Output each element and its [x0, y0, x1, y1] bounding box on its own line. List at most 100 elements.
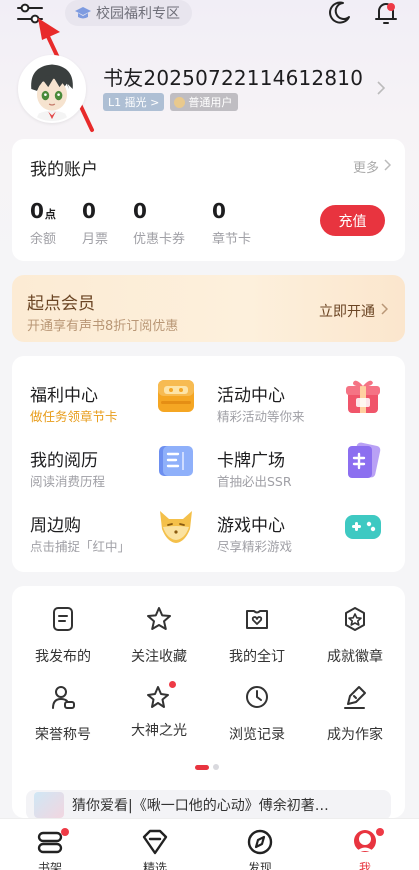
sparkle-star-icon	[147, 686, 169, 708]
service-title: 福利中心	[30, 386, 98, 406]
stat-value: 0	[30, 199, 44, 223]
services-card: 福利中心 做任务领章节卡 活动中心 精彩活动等你来 我的阅历 阅读消费历程 卡牌…	[12, 356, 405, 572]
diamond-icon-wrapper	[140, 827, 170, 857]
service-subtitle: 尽享精彩游戏	[217, 539, 293, 554]
service-welfare-center[interactable]: 福利中心 做任务领章节卡	[30, 380, 215, 441]
service-subtitle: 首抽必出SSR	[217, 474, 292, 489]
new-indicator-dot	[61, 828, 69, 836]
stat-value: 0	[82, 199, 96, 223]
document-icon	[53, 607, 73, 631]
service-activity-center[interactable]: 活动中心 精彩活动等你来	[217, 380, 402, 441]
notification-dot	[387, 3, 395, 11]
tools-card: 我发布的 关注收藏 我的全订 成就徽章 荣誉称号 大神之光 浏览记录 成为作家 …	[12, 586, 405, 820]
chevron-right-icon	[377, 81, 385, 95]
recharge-button[interactable]: 充值	[320, 205, 385, 236]
page-dot-active	[195, 764, 209, 770]
username: 书友20250722114612810	[103, 66, 364, 90]
vip-subtitle: 开通享有声书8折订阅优惠	[27, 319, 179, 334]
page-indicator	[195, 764, 219, 770]
service-subtitle: 阅读消费历程	[30, 474, 106, 489]
tool-label: 荣誉称号	[35, 727, 91, 743]
campus-label: 校园福利专区	[96, 6, 180, 22]
bell-icon[interactable]	[372, 0, 400, 27]
chevron-right-icon	[381, 303, 388, 315]
stat-monthly-ticket[interactable]: 0 月票	[82, 199, 108, 247]
compass-icon-wrapper	[245, 827, 275, 857]
tab-label: 发现	[247, 861, 272, 870]
tool-achievement-badges[interactable]: 成就徽章	[306, 606, 404, 666]
chevron-right-icon	[384, 159, 391, 171]
service-title: 卡牌广场	[217, 451, 285, 471]
stat-label: 余额	[30, 232, 57, 247]
graduation-cap-icon	[75, 7, 91, 19]
stat-chapter-cards[interactable]: 0 章节卡	[212, 199, 251, 247]
vip-membership-card[interactable]: 起点会员 开通享有声书8折订阅优惠 立即开通	[12, 275, 405, 342]
service-merch-shop[interactable]: 周边购 点击捕捉「红中」	[30, 511, 215, 571]
fox-icon	[160, 511, 192, 543]
new-indicator-dot	[169, 681, 176, 688]
recommendation-text: 猜你爱看|《啾一口他的心动》傅余初著…	[72, 798, 329, 814]
tab-label: 我	[358, 861, 371, 870]
stat-balance[interactable]: 0点 余额	[30, 199, 56, 247]
tab-featured[interactable]: 精选	[120, 827, 190, 870]
stat-value: 0	[212, 199, 226, 223]
tool-label: 成就徽章	[327, 649, 383, 665]
tool-full-subscriptions[interactable]: 我的全订	[208, 606, 306, 666]
book-thumbnail	[34, 792, 64, 818]
new-indicator-dot	[376, 828, 384, 836]
profile-header[interactable]: 书友20250722114612810 L1 摇光 > 普通用户	[18, 55, 401, 125]
stat-coupons[interactable]: 0 优惠卡券	[133, 199, 185, 247]
account-title: 我的账户	[30, 160, 98, 180]
clock-icon	[246, 686, 268, 708]
filter-settings-icon[interactable]	[16, 2, 44, 26]
sparkle-star-wrapper	[146, 681, 176, 710]
tool-my-posts[interactable]: 我发布的	[14, 606, 112, 666]
recommendation-banner[interactable]: 猜你爱看|《啾一口他的心动》傅余初著…	[26, 790, 391, 820]
tool-become-writer[interactable]: 成为作家	[306, 684, 404, 744]
vip-open-button[interactable]: 立即开通	[319, 301, 375, 321]
tool-label: 我的全订	[229, 649, 285, 665]
tab-discover[interactable]: 发现	[225, 827, 295, 870]
user-badge-icon	[174, 96, 186, 108]
page-dot[interactable]	[213, 764, 219, 770]
service-subtitle: 精彩活动等你来	[217, 409, 305, 424]
stat-label: 章节卡	[212, 232, 252, 247]
campus-welfare-button[interactable]: 校园福利专区	[65, 0, 192, 26]
tool-browse-history[interactable]: 浏览记录	[208, 684, 306, 744]
tool-master-glory[interactable]: 大神之光	[110, 681, 208, 740]
tool-follow-collect[interactable]: 关注收藏	[110, 606, 208, 666]
tool-label: 浏览记录	[229, 727, 285, 743]
account-more-link[interactable]: 更多	[353, 157, 379, 176]
badge-star-icon	[345, 607, 365, 631]
level-badge[interactable]: L1 摇光 >	[103, 93, 165, 111]
me-avatar-icon-wrapper	[350, 827, 384, 857]
avatar[interactable]	[18, 55, 86, 123]
tab-me[interactable]: 我	[330, 827, 400, 870]
service-title: 周边购	[30, 516, 81, 536]
gift-box-icon	[158, 380, 194, 412]
service-title: 游戏中心	[217, 516, 285, 536]
heart-ticket-icon	[246, 610, 268, 629]
vip-title: 起点会员	[27, 294, 95, 314]
tool-label: 关注收藏	[131, 649, 187, 665]
user-type-badge: 普通用户	[170, 93, 239, 111]
tool-honor-titles[interactable]: 荣誉称号	[14, 684, 112, 744]
service-title: 活动中心	[217, 386, 285, 406]
service-card-plaza[interactable]: 卡牌广场 首抽必出SSR	[217, 442, 402, 506]
user-type-label: 普通用户	[188, 96, 233, 109]
stat-label: 月票	[82, 232, 109, 247]
service-game-center[interactable]: 游戏中心 尽享精彩游戏	[217, 511, 402, 571]
profile-badges: L1 摇光 > 普通用户	[103, 93, 239, 111]
bottom-tab-bar: 书架 精选 发现 我	[0, 818, 419, 870]
card-icon	[348, 442, 381, 478]
open-book-icon	[159, 446, 193, 476]
pen-icon	[344, 686, 366, 709]
tab-bookshelf[interactable]: 书架	[15, 827, 85, 870]
person-title-icon	[52, 686, 75, 709]
diamond-icon	[142, 829, 168, 855]
moon-icon[interactable]	[326, 0, 352, 26]
tab-label: 精选	[142, 861, 167, 870]
stat-value: 0	[133, 199, 147, 223]
gamepad-icon	[345, 515, 381, 539]
service-reading-history[interactable]: 我的阅历 阅读消费历程	[30, 446, 215, 506]
